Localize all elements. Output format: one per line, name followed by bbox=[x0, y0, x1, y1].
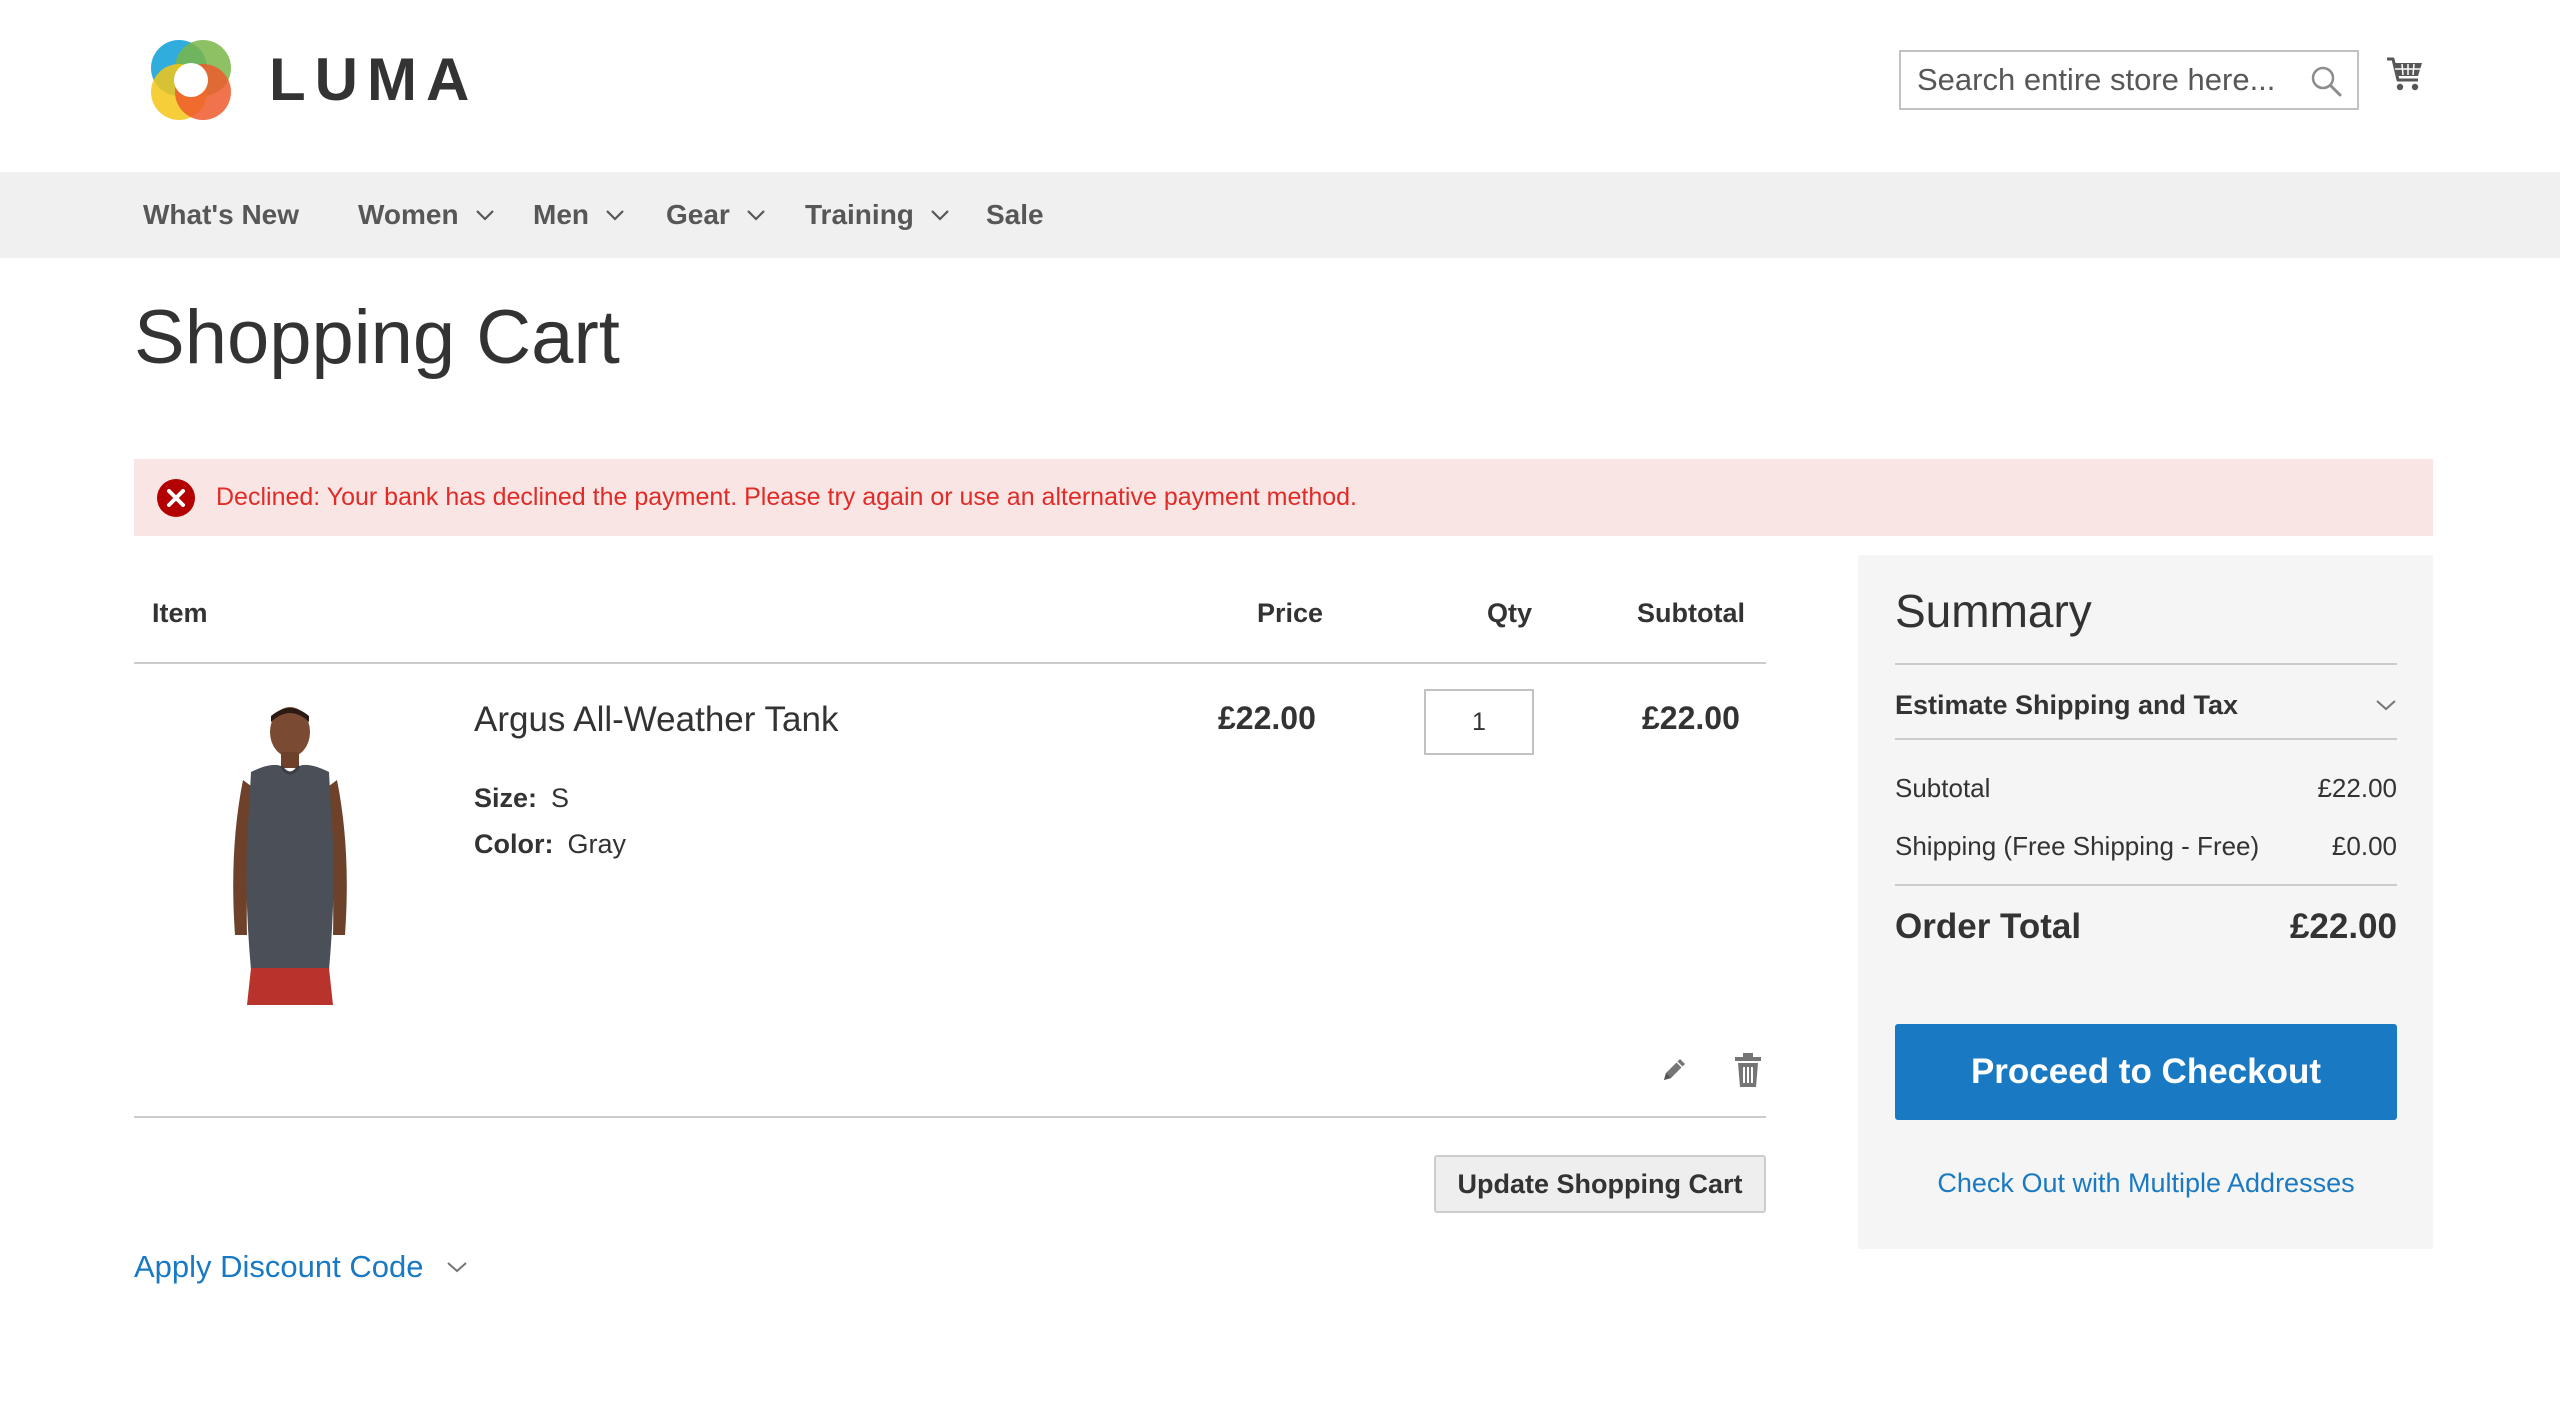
chevron-down-icon bbox=[2376, 700, 2396, 711]
product-option-color: Color: Gray bbox=[474, 829, 626, 860]
page-title: Shopping Cart bbox=[134, 295, 620, 380]
estimate-shipping-toggle[interactable]: Estimate Shipping and Tax bbox=[1895, 685, 2397, 725]
nav-item-sale[interactable]: Sale bbox=[986, 172, 1044, 258]
order-summary: Summary Estimate Shipping and Tax Subtot… bbox=[1858, 555, 2433, 1249]
nav-item-training[interactable]: Training bbox=[805, 172, 950, 258]
edit-pencil-icon[interactable] bbox=[1658, 1054, 1690, 1086]
option-label: Size: bbox=[474, 783, 538, 813]
product-name-link[interactable]: Argus All-Weather Tank bbox=[474, 700, 838, 740]
nav-item-women[interactable]: Women bbox=[358, 172, 495, 258]
column-header-item: Item bbox=[152, 598, 208, 628]
summary-row-shipping: Shipping (Free Shipping - Free) £0.00 bbox=[1895, 831, 2397, 862]
checkout-multiple-addresses-link[interactable]: Check Out with Multiple Addresses bbox=[1895, 1168, 2397, 1199]
search-box bbox=[1899, 50, 2359, 110]
store-logo[interactable]: LUMA bbox=[143, 32, 478, 128]
summary-divider bbox=[1895, 884, 2397, 886]
qty-input[interactable] bbox=[1424, 689, 1534, 755]
option-label: Color: bbox=[474, 829, 554, 859]
trash-icon[interactable] bbox=[1733, 1052, 1763, 1088]
luma-logo-icon bbox=[151, 40, 231, 120]
column-header-subtotal: Subtotal bbox=[1637, 598, 1745, 628]
chevron-down-icon bbox=[931, 210, 949, 221]
order-total-value: £22.00 bbox=[2289, 907, 2397, 946]
estimate-shipping-label: Estimate Shipping and Tax bbox=[1895, 689, 2239, 720]
nav-item-men[interactable]: Men bbox=[533, 172, 625, 258]
summary-label: Shipping (Free Shipping - Free) bbox=[1895, 831, 2260, 861]
chevron-down-icon bbox=[606, 210, 624, 221]
table-divider bbox=[134, 662, 1766, 664]
logo-text: LUMA bbox=[269, 46, 479, 113]
item-price: £22.00 bbox=[1218, 700, 1316, 736]
nav-item-whats-new[interactable]: What's New bbox=[143, 172, 299, 258]
error-circle-icon bbox=[157, 478, 195, 517]
chevron-down-icon bbox=[475, 210, 494, 221]
column-header-qty: Qty bbox=[1487, 598, 1533, 628]
error-message-text: Declined: Your bank has declined the pay… bbox=[216, 483, 1357, 511]
main-navigation: What's New Women Men Gear Training Sale bbox=[0, 172, 2560, 258]
order-total-row: Order Total £22.00 bbox=[1895, 907, 2397, 947]
product-image[interactable] bbox=[205, 700, 375, 1005]
option-value: S bbox=[551, 783, 570, 813]
nav-item-gear[interactable]: Gear bbox=[666, 172, 766, 258]
summary-row-subtotal: Subtotal £22.00 bbox=[1895, 773, 2397, 804]
option-value: Gray bbox=[567, 829, 626, 859]
chevron-down-icon bbox=[446, 1262, 467, 1273]
order-total-label: Order Total bbox=[1895, 907, 2082, 946]
cart-icon[interactable] bbox=[2385, 54, 2425, 94]
page-header: LUMA bbox=[0, 0, 2560, 172]
error-message: Declined: Your bank has declined the pay… bbox=[134, 459, 2433, 536]
table-divider bbox=[134, 1116, 1766, 1118]
summary-divider bbox=[1895, 738, 2397, 740]
search-input[interactable] bbox=[1901, 61, 2291, 99]
product-option-size: Size: S bbox=[474, 783, 569, 814]
item-subtotal: £22.00 bbox=[1642, 700, 1740, 736]
summary-value: £22.00 bbox=[2317, 773, 2397, 803]
summary-divider bbox=[1895, 663, 2397, 665]
chevron-down-icon bbox=[747, 210, 765, 221]
proceed-to-checkout-button[interactable]: Proceed to Checkout bbox=[1895, 1024, 2397, 1120]
apply-discount-code-toggle[interactable]: Apply Discount Code bbox=[134, 1249, 468, 1285]
discount-label: Apply Discount Code bbox=[134, 1249, 424, 1284]
summary-title: Summary bbox=[1895, 585, 2092, 637]
column-header-price: Price bbox=[1257, 598, 1324, 628]
summary-value: £0.00 bbox=[2331, 831, 2397, 861]
search-icon[interactable] bbox=[2309, 64, 2343, 98]
summary-label: Subtotal bbox=[1895, 773, 1991, 803]
update-shopping-cart-button[interactable]: Update Shopping Cart bbox=[1434, 1155, 1766, 1213]
